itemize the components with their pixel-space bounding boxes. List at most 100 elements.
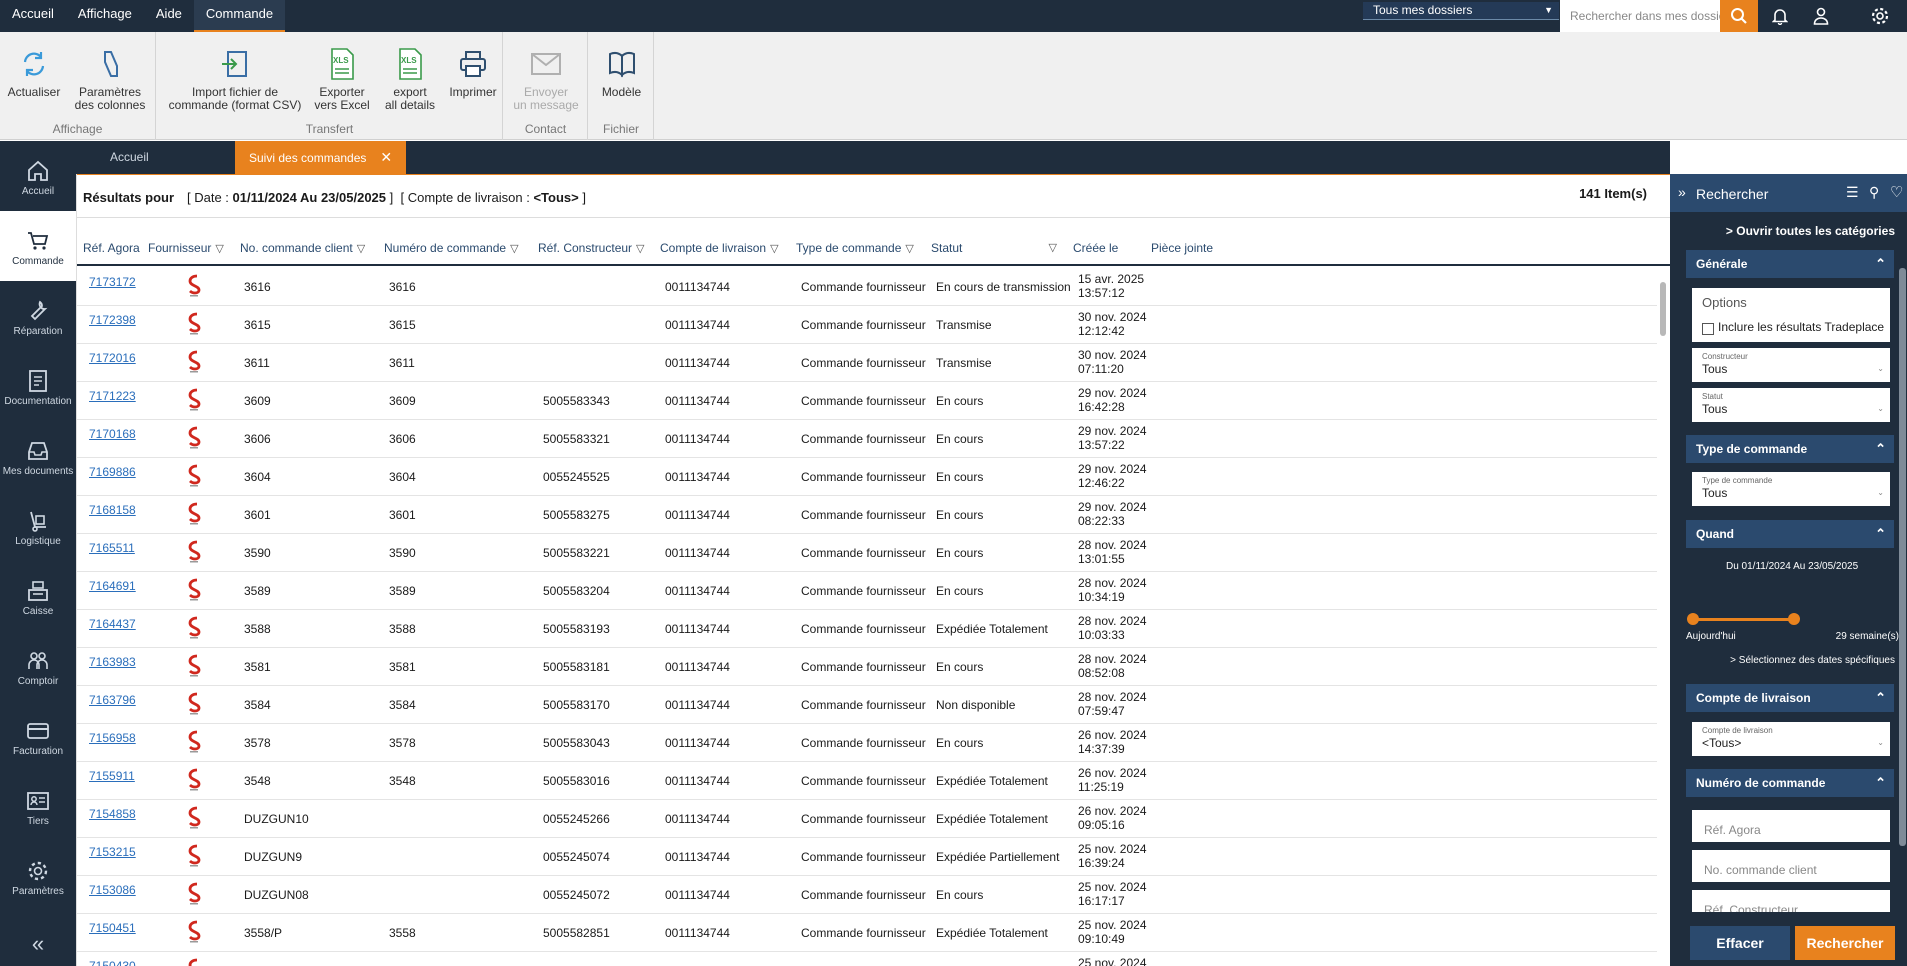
filter-icon[interactable]: ▽ bbox=[510, 231, 518, 267]
filter-icon[interactable]: ▽ bbox=[636, 231, 644, 267]
nav-commande[interactable]: Commande bbox=[0, 211, 76, 281]
col-ref-constructeur[interactable]: Réf. Constructeur ▽ bbox=[538, 230, 645, 266]
table-row[interactable]: 7153215 DUZGUN9 0055245074 0011134744 Comman… bbox=[77, 838, 1657, 876]
section-quand[interactable]: Quand ⌃ bbox=[1686, 520, 1894, 548]
tab-suivi-commandes[interactable]: Suivi des commandes ✕ bbox=[235, 141, 407, 174]
print-button[interactable]: Imprimer bbox=[445, 46, 501, 99]
table-row[interactable]: 7173172 3616 3616 0011134744 Commande fourni… bbox=[77, 268, 1657, 306]
statut-select[interactable]: Statut Tous ⌄ bbox=[1692, 388, 1890, 422]
table-row[interactable]: 7172016 3611 3611 0011134744 Commande fourni… bbox=[77, 344, 1657, 382]
filter-icon[interactable]: ▽ bbox=[770, 231, 778, 267]
col-compte-livraison[interactable]: Compte de livraison ▽ bbox=[660, 230, 779, 266]
section-generale[interactable]: Générale ⌃ bbox=[1686, 250, 1894, 278]
table-row[interactable]: 7168158 3601 3601 5005583275 0011134744 Comma… bbox=[77, 496, 1657, 534]
panel-scrollbar-thumb[interactable] bbox=[1899, 268, 1906, 846]
double-chevron-right-icon[interactable]: » bbox=[1678, 184, 1686, 200]
period-slider-start-knob[interactable] bbox=[1687, 613, 1699, 625]
constructeur-select[interactable]: Constructeur Tous ⌄ bbox=[1692, 348, 1890, 382]
table-row[interactable]: 7164691 3589 3589 5005583204 0011134744 Comma… bbox=[77, 572, 1657, 610]
table-row[interactable]: 7156958 3578 3578 5005583043 0011134744 Comma… bbox=[77, 724, 1657, 762]
nav-logistique[interactable]: Logistique bbox=[0, 491, 76, 561]
table-row[interactable]: 7163983 3581 3581 5005583181 0011134744 Comma… bbox=[77, 648, 1657, 686]
menu-aide[interactable]: Aide bbox=[144, 0, 194, 32]
type-commande-select[interactable]: Type de commande Tous ⌄ bbox=[1692, 472, 1890, 506]
table-row[interactable]: 7155911 3548 3548 5005583016 0011134744 Comma… bbox=[77, 762, 1657, 800]
table-scrollbar[interactable] bbox=[1658, 270, 1668, 966]
export-all-details-button[interactable]: XLS export all details bbox=[377, 46, 443, 112]
col-type-commande[interactable]: Type de commande ▽ bbox=[796, 230, 914, 266]
table-header: Réf. Agora Fournisseur ▽ No. commande cli… bbox=[77, 230, 1671, 266]
table-row[interactable]: 7171223 3609 3609 5005583343 0011134744 Comma… bbox=[77, 382, 1657, 420]
table-row[interactable]: 7153086 DUZGUN08 0055245072 0011134744 Comma… bbox=[77, 876, 1657, 914]
table-row[interactable]: 7163796 3584 3584 5005583170 0011134744 Comma… bbox=[77, 686, 1657, 724]
section-type-commande[interactable]: Type de commande ⌃ bbox=[1686, 435, 1894, 463]
nav-comptoir[interactable]: Comptoir bbox=[0, 631, 76, 701]
period-slider-end-knob[interactable] bbox=[1788, 613, 1800, 625]
pin-icon[interactable]: ⚲ bbox=[1869, 184, 1879, 201]
no-commande-client-input[interactable]: No. commande client bbox=[1692, 850, 1890, 882]
compte-livraison-select[interactable]: Compte de livraison <Tous> ⌄ bbox=[1692, 722, 1890, 756]
nav-documentation[interactable]: Documentation bbox=[0, 351, 76, 421]
nav-caisse[interactable]: Caisse bbox=[0, 561, 76, 631]
col-numero-commande[interactable]: Numéro de commande ▽ bbox=[384, 230, 519, 266]
table-row[interactable]: 7150451 3558/P 3558 5005582851 0011134744 Com… bbox=[77, 914, 1657, 952]
settings-button[interactable] bbox=[1862, 0, 1898, 32]
user-button[interactable] bbox=[1803, 0, 1839, 32]
template-button[interactable]: Modèle bbox=[593, 46, 650, 99]
select-specific-dates-link[interactable]: > Sélectionnez des dates spécifiques bbox=[1730, 655, 1895, 666]
filter-icon[interactable]: ▽ bbox=[1049, 230, 1057, 266]
panel-scrollbar[interactable] bbox=[1898, 258, 1907, 958]
ref-agora-input[interactable]: Réf. Agora bbox=[1692, 810, 1890, 842]
nav-facturation[interactable]: Facturation bbox=[0, 701, 76, 771]
col-no-commande-client[interactable]: No. commande client ▽ bbox=[240, 230, 365, 266]
table-row[interactable]: 7150430 25 nov. 2024 bbox=[77, 952, 1657, 966]
menu-affichage[interactable]: Affichage bbox=[66, 0, 144, 32]
folder-select[interactable]: Tous mes dossiers ▼ bbox=[1363, 2, 1559, 20]
nav-tiers[interactable]: Tiers bbox=[0, 771, 76, 841]
clear-button[interactable]: Effacer bbox=[1690, 926, 1790, 960]
search-submit-button[interactable]: Rechercher bbox=[1795, 926, 1895, 960]
table-row[interactable]: 7154858 DUZGUN10 0055245266 0011134744 Comma… bbox=[77, 800, 1657, 838]
sliders-icon[interactable]: ☰ bbox=[1846, 184, 1859, 201]
col-ref-agora[interactable]: Réf. Agora bbox=[83, 230, 140, 266]
notifications-button[interactable] bbox=[1762, 0, 1798, 32]
search-button[interactable] bbox=[1720, 0, 1758, 32]
ref-constructeur-input[interactable]: Réf. Constructeur bbox=[1692, 890, 1890, 912]
nav-reparation[interactable]: Réparation bbox=[0, 281, 76, 351]
section-compte-livraison[interactable]: Compte de livraison ⌃ bbox=[1686, 684, 1894, 712]
order-ref-link[interactable]: 7150430 bbox=[89, 960, 136, 966]
close-icon[interactable]: ✕ bbox=[380, 149, 392, 165]
nav-parametres[interactable]: Paramètres bbox=[0, 841, 76, 911]
col-statut[interactable]: Statut ▽ bbox=[931, 230, 1057, 266]
global-search-input[interactable]: Rechercher dans mes dossiers bbox=[1560, 0, 1725, 32]
tab-accueil[interactable]: Accueil bbox=[76, 141, 183, 174]
refresh-button[interactable]: Actualiser bbox=[6, 46, 62, 99]
export-excel-button[interactable]: XLS Exporter vers Excel bbox=[309, 46, 375, 112]
open-all-categories-link[interactable]: > Ouvrir toutes les catégories bbox=[1726, 224, 1895, 238]
scrollbar-thumb[interactable] bbox=[1660, 282, 1666, 336]
filter-icon[interactable]: ▽ bbox=[215, 231, 223, 267]
collapse-nav-button[interactable]: « bbox=[0, 931, 76, 957]
filter-icon[interactable]: ▽ bbox=[905, 231, 913, 267]
menu-accueil[interactable]: Accueil bbox=[0, 0, 66, 32]
col-piece-jointe[interactable]: Pièce jointe bbox=[1151, 230, 1213, 266]
created-time: 09:05:16 bbox=[1078, 818, 1125, 832]
nav-accueil[interactable]: Accueil bbox=[0, 141, 76, 211]
filter-icon[interactable]: ▽ bbox=[357, 231, 365, 267]
nav-mes-documents[interactable]: Mes documents bbox=[0, 421, 76, 491]
col-fournisseur[interactable]: Fournisseur ▽ bbox=[148, 230, 224, 266]
col-creee-le[interactable]: Créée le bbox=[1073, 230, 1118, 266]
table-row[interactable]: 7165511 3590 3590 5005583221 0011134744 Comma… bbox=[77, 534, 1657, 572]
table-row[interactable]: 7172398 3615 3615 0011134744 Commande fourni… bbox=[77, 306, 1657, 344]
menu-commande[interactable]: Commande bbox=[193, 0, 286, 32]
section-numero-commande[interactable]: Numéro de commande ⌃ bbox=[1686, 769, 1894, 797]
heart-icon[interactable]: ♡ bbox=[1890, 183, 1903, 201]
table-row[interactable]: 7170168 3606 3606 5005583321 0011134744 Comma… bbox=[77, 420, 1657, 458]
send-message-button[interactable]: Envoyer un message bbox=[508, 46, 584, 112]
table-row[interactable]: 7164437 3588 3588 5005583193 0011134744 Comma… bbox=[77, 610, 1657, 648]
import-csv-button[interactable]: Import fichier de commande (format CSV) bbox=[165, 46, 305, 112]
table-row[interactable]: 7169886 3604 3604 0055245525 0011134744 Comma… bbox=[77, 458, 1657, 496]
tradeplace-checkbox[interactable] bbox=[1702, 323, 1714, 335]
period-slider-track[interactable] bbox=[1692, 618, 1792, 621]
column-settings-button[interactable]: Paramètres des colonnes bbox=[72, 46, 148, 112]
